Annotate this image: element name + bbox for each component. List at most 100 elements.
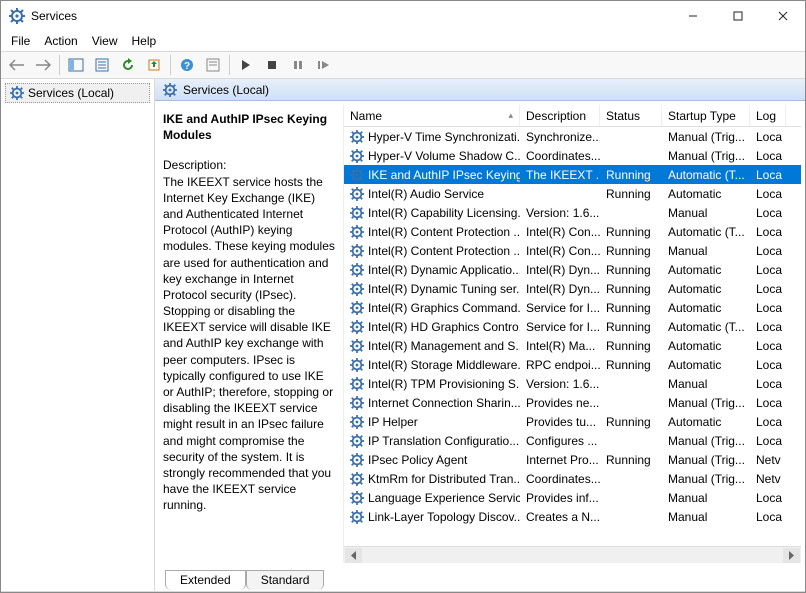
service-row[interactable]: Language Experience ServiceProvides inf.… [344,488,801,507]
service-row[interactable]: Intel(R) Dynamic Tuning ser...Intel(R) D… [344,279,801,298]
help-button[interactable]: ? [175,54,199,76]
service-name: Intel(R) Management and S... [368,339,520,353]
col-status[interactable]: Status [600,105,662,126]
service-row[interactable]: Intel(R) Management and S...Intel(R) Ma.… [344,336,801,355]
stop-service-button[interactable] [260,54,284,76]
service-name: IP Helper [368,415,418,429]
service-row[interactable]: Intel(R) Graphics Command...Service for … [344,298,801,317]
service-description: Configures ... [520,434,600,448]
service-description: The IKEEXT ... [520,168,600,182]
service-name: Intel(R) Audio Service [368,187,484,201]
service-row[interactable]: Intel(R) Content Protection ...Intel(R) … [344,222,801,241]
gear-icon [350,415,364,429]
service-logon: Loca [750,263,786,277]
service-description: Provides tu... [520,415,600,429]
service-logon: Loca [750,187,786,201]
service-status: Running [600,282,662,296]
close-button[interactable] [760,1,805,31]
service-row[interactable]: KtmRm for Distributed Tran...Coordinates… [344,469,801,488]
service-description: Synchronize... [520,130,600,144]
menu-action[interactable]: Action [44,34,77,48]
service-logon: Loca [750,396,786,410]
service-logon: Loca [750,130,786,144]
service-status: Running [600,168,662,182]
service-row[interactable]: Hyper-V Time Synchronizati...Synchronize… [344,127,801,146]
scroll-right-icon[interactable] [783,548,800,563]
service-startup: Automatic [662,282,750,296]
gear-icon [350,244,364,258]
service-row[interactable]: Intel(R) HD Graphics Contro...Service fo… [344,317,801,336]
tab-extended[interactable]: Extended [165,570,246,590]
service-startup: Automatic [662,415,750,429]
pause-service-button[interactable] [286,54,310,76]
properties-button[interactable] [90,54,114,76]
help-topics-button[interactable] [201,54,225,76]
col-name[interactable]: Name▴ [344,105,520,126]
show-hide-tree-button[interactable] [64,54,88,76]
service-status: Running [600,301,662,315]
col-logon[interactable]: Log [750,105,786,126]
maximize-button[interactable] [715,1,760,31]
service-row[interactable]: IPsec Policy AgentInternet Pro...Running… [344,450,801,469]
menu-file[interactable]: File [11,34,30,48]
minimize-button[interactable] [670,1,715,31]
service-row[interactable]: Link-Layer Topology Discov...Creates a N… [344,507,801,526]
tab-standard[interactable]: Standard [246,570,325,590]
gear-icon [350,149,364,163]
service-row[interactable]: Intel(R) Dynamic Applicatio...Intel(R) D… [344,260,801,279]
service-row[interactable]: Intel(R) TPM Provisioning S...Version: 1… [344,374,801,393]
scroll-left-icon[interactable] [345,548,362,563]
service-logon: Loca [750,149,786,163]
service-logon: Loca [750,377,786,391]
service-row[interactable]: IP Translation Configuratio...Configures… [344,431,801,450]
gear-icon [350,377,364,391]
gear-icon [350,168,364,182]
service-description: Provides ne... [520,396,600,410]
service-status: Running [600,244,662,258]
service-name: Hyper-V Volume Shadow C... [368,149,520,163]
service-row[interactable]: Internet Connection Sharin...Provides ne… [344,393,801,412]
horizontal-scrollbar[interactable] [344,546,801,563]
start-service-button[interactable] [234,54,258,76]
refresh-button[interactable] [116,54,140,76]
service-startup: Manual [662,377,750,391]
service-name: Intel(R) Content Protection ... [368,244,520,258]
service-row[interactable]: IKE and AuthIP IPsec Keying...The IKEEXT… [344,165,801,184]
service-status: Running [600,415,662,429]
service-row[interactable]: Intel(R) Audio ServiceRunningAutomaticLo… [344,184,801,203]
col-startup[interactable]: Startup Type [662,105,750,126]
forward-button[interactable] [31,54,55,76]
service-name: IKE and AuthIP IPsec Keying... [368,168,520,182]
back-button[interactable] [5,54,29,76]
service-startup: Automatic [662,339,750,353]
service-description: Internet Pro... [520,453,600,467]
service-logon: Netv [750,453,786,467]
service-startup: Automatic (T... [662,320,750,334]
service-logon: Loca [750,415,786,429]
service-row[interactable]: Hyper-V Volume Shadow C...Coordinates...… [344,146,801,165]
gear-icon [350,396,364,410]
service-row[interactable]: IP Helper Provides tu...RunningAutomaticL… [344,412,801,431]
col-description[interactable]: Description [520,105,600,126]
window-title: Services [31,9,670,23]
service-startup: Manual (Trig... [662,434,750,448]
service-description: Intel(R) Ma... [520,339,600,353]
menu-help[interactable]: Help [132,34,157,48]
service-row[interactable]: Intel(R) Content Protection ...Intel(R) … [344,241,801,260]
service-description: Intel(R) Con... [520,225,600,239]
service-row[interactable]: Intel(R) Capability Licensing...Version:… [344,203,801,222]
service-row[interactable]: Intel(R) Storage Middleware...RPC endpoi… [344,355,801,374]
service-description: Coordinates... [520,472,600,486]
service-name: Language Experience Service [368,491,520,505]
menu-view[interactable]: View [92,34,118,48]
service-list: Name▴ Description Status Startup Type Lo… [343,105,801,563]
service-logon: Loca [750,320,786,334]
export-button[interactable] [142,54,166,76]
menubar: File Action View Help [1,31,805,51]
restart-service-button[interactable] [312,54,336,76]
tree-root-item[interactable]: Services (Local) [5,83,150,103]
pane-header-label: Services (Local) [183,83,269,97]
service-startup: Manual (Trig... [662,149,750,163]
service-name: Intel(R) Capability Licensing... [368,206,520,220]
gear-icon [350,472,364,486]
